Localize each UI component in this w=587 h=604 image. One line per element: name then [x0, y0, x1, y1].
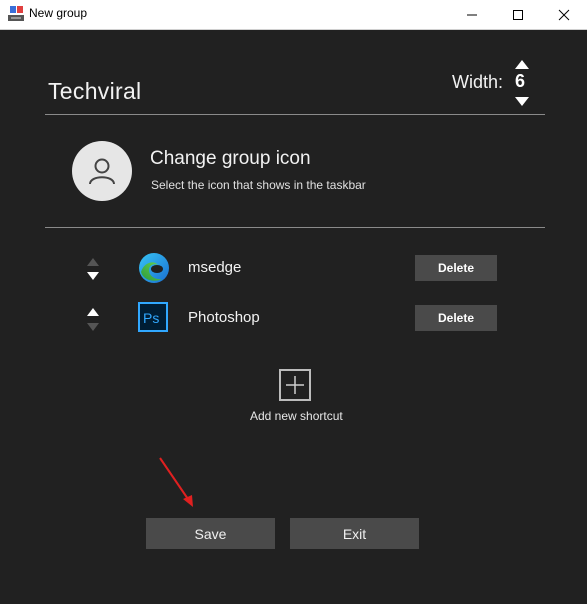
move-up-icon[interactable]: [87, 308, 99, 316]
add-shortcut-label[interactable]: Add new shortcut: [250, 409, 343, 423]
delete-shortcut-button[interactable]: Delete: [415, 255, 497, 281]
width-increase-icon[interactable]: [515, 60, 529, 69]
width-label: Width:: [452, 72, 504, 92]
minimize-button[interactable]: [449, 0, 495, 29]
delete-shortcut-button[interactable]: Delete: [415, 305, 497, 331]
annotation-arrow-icon: [159, 457, 193, 507]
title-bar: New group: [0, 0, 587, 30]
move-down-icon[interactable]: [87, 272, 99, 280]
divider: [45, 227, 545, 228]
divider: [45, 114, 545, 115]
group-icon-avatar[interactable]: [72, 141, 132, 201]
close-icon: [558, 9, 570, 20]
width-value: 6: [515, 71, 526, 91]
exit-button[interactable]: Exit: [290, 518, 419, 549]
maximize-icon: [513, 9, 523, 20]
window-title: New group: [29, 6, 88, 20]
group-name-input[interactable]: Techviral: [48, 78, 141, 105]
user-icon: [89, 158, 115, 185]
width-decrease-icon[interactable]: [515, 97, 529, 106]
plus-icon: [286, 376, 304, 394]
photoshop-icon: Ps: [138, 302, 168, 332]
edge-icon: [139, 253, 169, 283]
save-button[interactable]: Save: [146, 518, 275, 549]
svg-text:Ps: Ps: [143, 310, 159, 326]
shortcut-name: Photoshop: [188, 309, 260, 326]
change-group-icon-title[interactable]: Change group icon: [150, 148, 311, 170]
app-icon: [8, 6, 24, 21]
minimize-icon: [467, 14, 477, 15]
dialog-content: Techviral Width: 6 Change group icon Sel…: [0, 30, 587, 604]
add-shortcut-button[interactable]: [279, 369, 311, 401]
change-group-icon-subtitle: Select the icon that shows in the taskba…: [151, 178, 366, 192]
move-down-icon[interactable]: [87, 323, 99, 331]
close-button[interactable]: [541, 0, 587, 29]
shortcut-name: msedge: [188, 259, 242, 276]
move-up-icon[interactable]: [87, 258, 99, 266]
maximize-button[interactable]: [495, 0, 541, 29]
